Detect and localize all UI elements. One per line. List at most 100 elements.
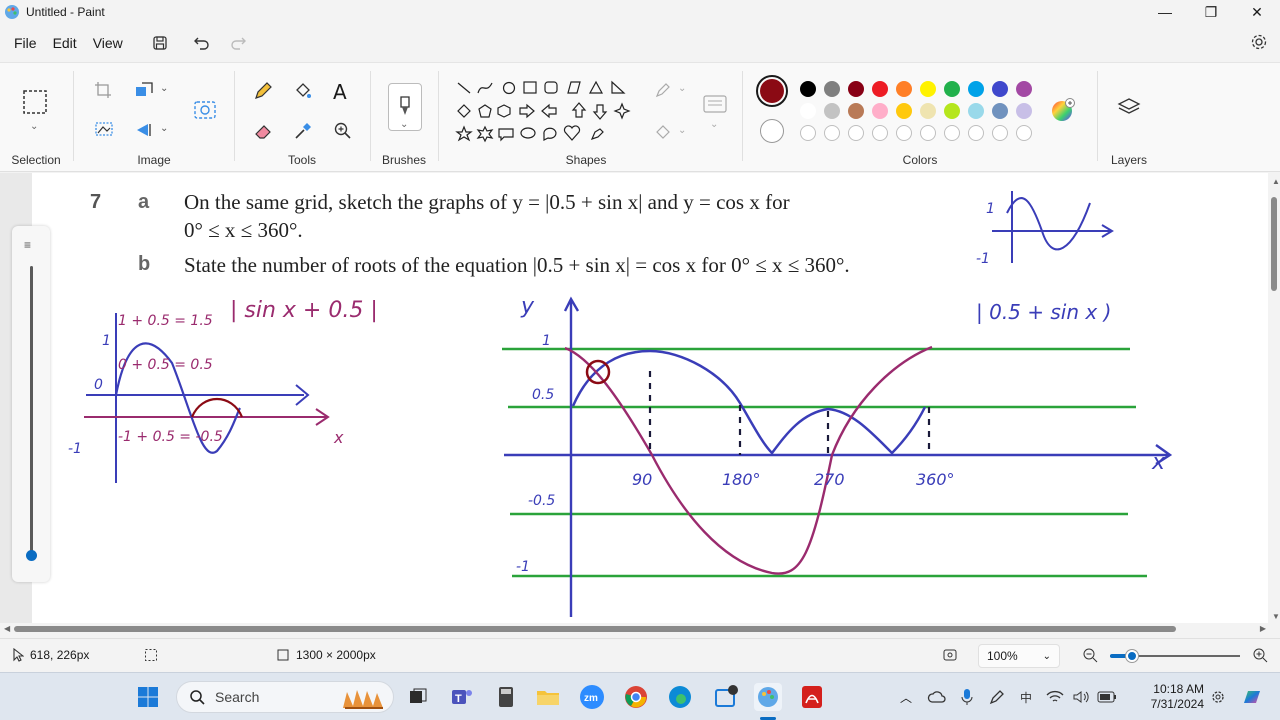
palette-swatch[interactable] <box>944 81 960 97</box>
palette-swatch[interactable] <box>920 125 936 141</box>
show-hidden-icons-chevron-icon[interactable]: ︿ <box>900 689 922 706</box>
rotate-dropdown-chevron-icon[interactable]: ⌄ <box>160 123 168 134</box>
redo-icon[interactable] <box>223 28 253 58</box>
palette-swatch[interactable] <box>896 125 912 141</box>
resize-dropdown-chevron-icon[interactable]: ⌄ <box>160 83 168 94</box>
palette-swatch[interactable] <box>824 81 840 97</box>
teams-icon[interactable]: T <box>448 683 476 711</box>
crop-icon[interactable] <box>94 81 112 99</box>
select-all-icon[interactable] <box>94 121 114 137</box>
palette-swatch[interactable] <box>872 103 888 119</box>
vertical-scroll-thumb[interactable] <box>1271 197 1277 291</box>
undo-icon[interactable] <box>187 28 217 58</box>
palette-swatch[interactable] <box>800 125 816 141</box>
file-explorer-icon[interactable] <box>534 683 562 711</box>
palette-swatch[interactable] <box>1016 125 1032 141</box>
menu-edit[interactable]: Edit <box>45 28 85 58</box>
battery-icon[interactable] <box>1094 691 1120 703</box>
menu-view[interactable]: View <box>85 28 131 58</box>
snipping-tool-icon[interactable] <box>712 683 740 711</box>
zoom-app-icon[interactable]: zm <box>578 683 606 711</box>
wifi-icon[interactable] <box>1042 690 1068 704</box>
palette-swatch[interactable] <box>800 81 816 97</box>
calculator-icon[interactable] <box>492 683 520 711</box>
rotate-icon[interactable] <box>134 121 154 139</box>
secondary-color-button[interactable] <box>760 119 784 143</box>
palette-swatch[interactable] <box>968 103 984 119</box>
palette-swatch[interactable] <box>944 103 960 119</box>
language-icon[interactable]: 中 <box>1012 689 1042 705</box>
taskbar-search-box[interactable]: Search <box>176 681 394 713</box>
zoom-dropdown[interactable]: 100% ⌄ <box>978 644 1060 668</box>
start-icon[interactable] <box>134 683 162 711</box>
palette-swatch[interactable] <box>992 103 1008 119</box>
horizontal-scroll-thumb[interactable] <box>14 626 1176 632</box>
text-tool-icon[interactable]: A <box>333 80 347 104</box>
edit-colors-icon[interactable] <box>1050 97 1076 123</box>
microphone-icon[interactable] <box>952 688 982 706</box>
rect-select-icon[interactable] <box>22 89 48 115</box>
pencil-icon[interactable] <box>253 81 273 101</box>
palette-swatch[interactable] <box>992 125 1008 141</box>
fit-to-window-icon[interactable] <box>942 647 958 663</box>
pen-icon[interactable] <box>982 689 1012 705</box>
zoom-slider-thumb[interactable] <box>1126 650 1138 662</box>
magnifier-icon[interactable] <box>333 121 353 141</box>
palette-swatch[interactable] <box>992 81 1008 97</box>
volume-icon[interactable] <box>1068 690 1094 704</box>
shapes-more-icon[interactable] <box>702 93 728 115</box>
save-icon[interactable] <box>145 28 175 58</box>
palette-swatch[interactable] <box>896 81 912 97</box>
brush-dropdown-chevron-icon[interactable]: ⌄ <box>400 119 408 130</box>
palette-swatch[interactable] <box>968 125 984 141</box>
palette-swatch[interactable] <box>920 81 936 97</box>
zoom-in-icon[interactable] <box>1252 647 1268 663</box>
paint-taskbar-icon[interactable] <box>754 683 782 711</box>
task-view-icon[interactable] <box>404 683 432 711</box>
resize-icon[interactable] <box>134 81 154 99</box>
shapes-more-chevron-icon[interactable]: ⌄ <box>710 119 718 130</box>
close-button[interactable]: ✕ <box>1234 0 1280 24</box>
palette-swatch[interactable] <box>1016 103 1032 119</box>
palette-swatch[interactable] <box>968 81 984 97</box>
shapes-gallery-icon[interactable] <box>452 77 638 147</box>
palette-swatch[interactable] <box>848 103 864 119</box>
notification-settings-icon[interactable] <box>1204 683 1232 711</box>
menu-file[interactable]: File <box>6 28 45 58</box>
palette-swatch[interactable] <box>1016 81 1032 97</box>
image-search-icon[interactable] <box>192 97 218 123</box>
zoom-out-icon[interactable] <box>1082 647 1098 663</box>
horizontal-scrollbar[interactable]: ◀ ▶ <box>0 623 1280 635</box>
palette-swatch[interactable] <box>896 103 912 119</box>
vertical-scrollbar[interactable]: ▲ ▼ <box>1268 173 1280 623</box>
palette-swatch[interactable] <box>800 103 816 119</box>
palette-swatch[interactable] <box>872 81 888 97</box>
brush-size-slider[interactable]: ≡ <box>12 226 50 582</box>
color-picker-icon[interactable] <box>293 121 313 141</box>
chrome-icon[interactable] <box>622 683 650 711</box>
clock[interactable]: 10:18 AM 7/31/2024 <box>1151 682 1204 712</box>
primary-color-button[interactable] <box>756 75 788 107</box>
acrobat-icon[interactable] <box>798 683 826 711</box>
minimize-button[interactable]: — <box>1142 0 1188 24</box>
eraser-icon[interactable] <box>253 121 273 141</box>
edge-icon[interactable] <box>666 683 694 711</box>
shape-fill-dropdown-chevron-icon[interactable]: ⌄ <box>678 125 686 136</box>
shape-fill-icon[interactable] <box>654 123 672 141</box>
onedrive-cloud-icon[interactable] <box>922 690 952 704</box>
palette-swatch[interactable] <box>872 125 888 141</box>
brush-size-thumb[interactable] <box>26 550 37 561</box>
outline-icon[interactable] <box>654 81 672 99</box>
copilot-icon[interactable] <box>1238 683 1266 711</box>
palette-swatch[interactable] <box>848 125 864 141</box>
fill-bucket-icon[interactable] <box>293 81 313 101</box>
layers-icon[interactable] <box>1117 97 1141 119</box>
outline-dropdown-chevron-icon[interactable]: ⌄ <box>678 83 686 94</box>
palette-swatch[interactable] <box>824 125 840 141</box>
palette-swatch[interactable] <box>848 81 864 97</box>
palette-swatch[interactable] <box>920 103 936 119</box>
palette-swatch[interactable] <box>824 103 840 119</box>
selection-dropdown-chevron-icon[interactable]: ⌄ <box>30 121 38 132</box>
palette-swatch[interactable] <box>944 125 960 141</box>
drawing-canvas[interactable]: 7 a On the same grid, sketch the graphs … <box>32 173 1268 623</box>
